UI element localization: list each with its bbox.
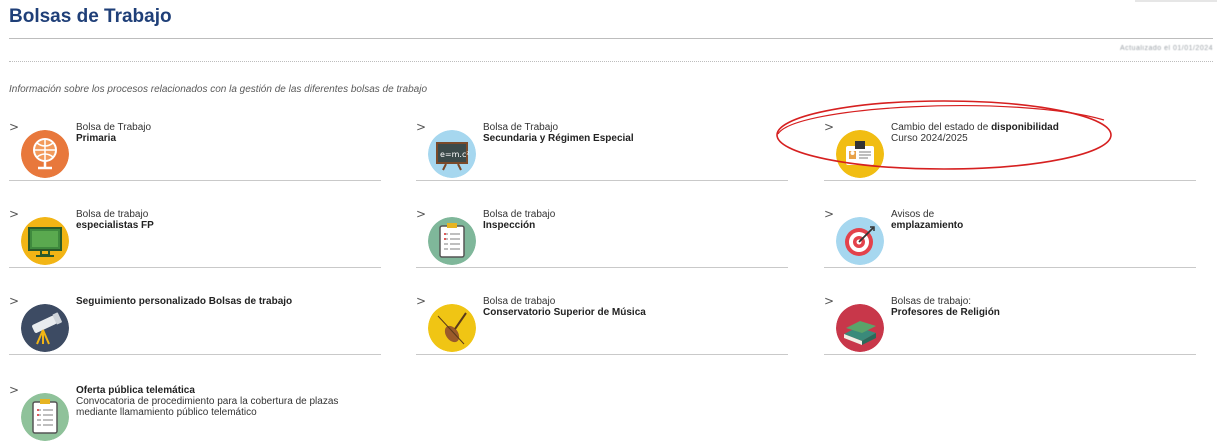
card-seguimiento-personalizado[interactable]: > Seguimiento personalizado Bolsas de tr… [9, 294, 381, 355]
card-text: Bolsa de trabajo Conservatorio Superior … [483, 296, 783, 318]
card-text: Seguimiento personalizado Bolsas de trab… [76, 296, 376, 307]
card-conservatorio-musica[interactable]: > Bolsa de trabajo Conservatorio Superio… [416, 294, 788, 355]
card-line3: mediante llamamiento público telemático [76, 407, 257, 418]
card-line2: Profesores de Religión [891, 307, 1000, 318]
card-line1: Seguimiento personalizado Bolsas de trab… [76, 296, 293, 307]
violin-icon [428, 304, 476, 352]
updated-date: Actualizado el 01/01/2024 [1119, 45, 1213, 52]
card-line1: Avisos de [891, 209, 935, 220]
target-icon [836, 217, 884, 265]
title-divider [9, 38, 1213, 39]
svg-text:e=m.c²: e=m.c² [440, 150, 470, 159]
card-line1: Oferta pública telemática [76, 385, 195, 396]
card-profesores-religion[interactable]: > Bolsas de trabajo: Profesores de Relig… [824, 294, 1196, 355]
books-icon [836, 304, 884, 352]
card-text: Bolsa de trabajo Inspección [483, 209, 783, 231]
chevron-right-icon: > [9, 207, 20, 221]
clipboard-icon [428, 217, 476, 265]
monitor-icon [21, 217, 69, 265]
card-avisos-emplazamiento[interactable]: > Avisos de emplazamiento [824, 207, 1196, 268]
highlight-ellipse [776, 100, 1112, 170]
card-line2: Convocatoria de procedimiento para la co… [76, 396, 339, 407]
chevron-right-icon: > [9, 294, 20, 308]
chevron-right-icon: > [416, 294, 427, 308]
card-text: Bolsas de trabajo: Profesores de Religió… [891, 296, 1191, 318]
card-especialistas-fp[interactable]: > Bolsa de trabajo especialistas FP [9, 207, 381, 268]
card-text: Bolsa de Trabajo Primaria [76, 122, 376, 144]
chevron-right-icon: > [416, 207, 427, 221]
card-text: Oferta pública telemática Convocatoria d… [76, 385, 376, 418]
card-text: Avisos de emplazamiento [891, 209, 1191, 231]
card-text: Bolsa de trabajo especialistas FP [76, 209, 376, 231]
chevron-right-icon: > [9, 383, 20, 397]
card-line2: Secundaria y Régimen Especial [483, 133, 634, 144]
card-line2: especialistas FP [76, 220, 154, 231]
chevron-right-icon: > [824, 207, 835, 221]
card-oferta-publica-telematica[interactable]: > Oferta pública telemática Convocatoria… [9, 383, 381, 443]
card-line2: Inspección [483, 220, 536, 231]
intro-text: Información sobre los procesos relaciona… [9, 84, 428, 95]
chevron-right-icon: > [9, 120, 20, 134]
dotted-divider [9, 61, 1213, 62]
card-line1: Bolsa de trabajo [483, 296, 556, 307]
card-inspeccion[interactable]: > Bolsa de trabajo Inspección [416, 207, 788, 268]
card-line1: Bolsa de trabajo [483, 209, 556, 220]
card-line1: Bolsa de Trabajo [76, 122, 152, 133]
page-title: Bolsas de Trabajo [9, 6, 172, 27]
card-bolsa-primaria[interactable]: > Bolsa de Trabajo Primaria [9, 120, 381, 181]
card-line2: emplazamiento [891, 220, 964, 231]
card-line2: Conservatorio Superior de Música [483, 307, 646, 318]
card-bolsa-secundaria[interactable]: > e=m.c² Bolsa de Trabajo Secundaria y R… [416, 120, 788, 181]
telescope-icon [21, 304, 69, 352]
card-line1: Bolsas de trabajo: [891, 296, 972, 307]
card-text: Bolsa de Trabajo Secundaria y Régimen Es… [483, 122, 783, 144]
globe-icon [21, 130, 69, 178]
chevron-right-icon: > [824, 294, 835, 308]
card-line1: Bolsa de trabajo [76, 209, 149, 220]
chevron-right-icon: > [416, 120, 427, 134]
clipboard-icon [21, 393, 69, 441]
top-right-tab [1135, 0, 1217, 2]
blackboard-icon: e=m.c² [428, 130, 476, 178]
card-line1: Bolsa de Trabajo [483, 122, 559, 133]
card-line2: Primaria [76, 133, 117, 144]
